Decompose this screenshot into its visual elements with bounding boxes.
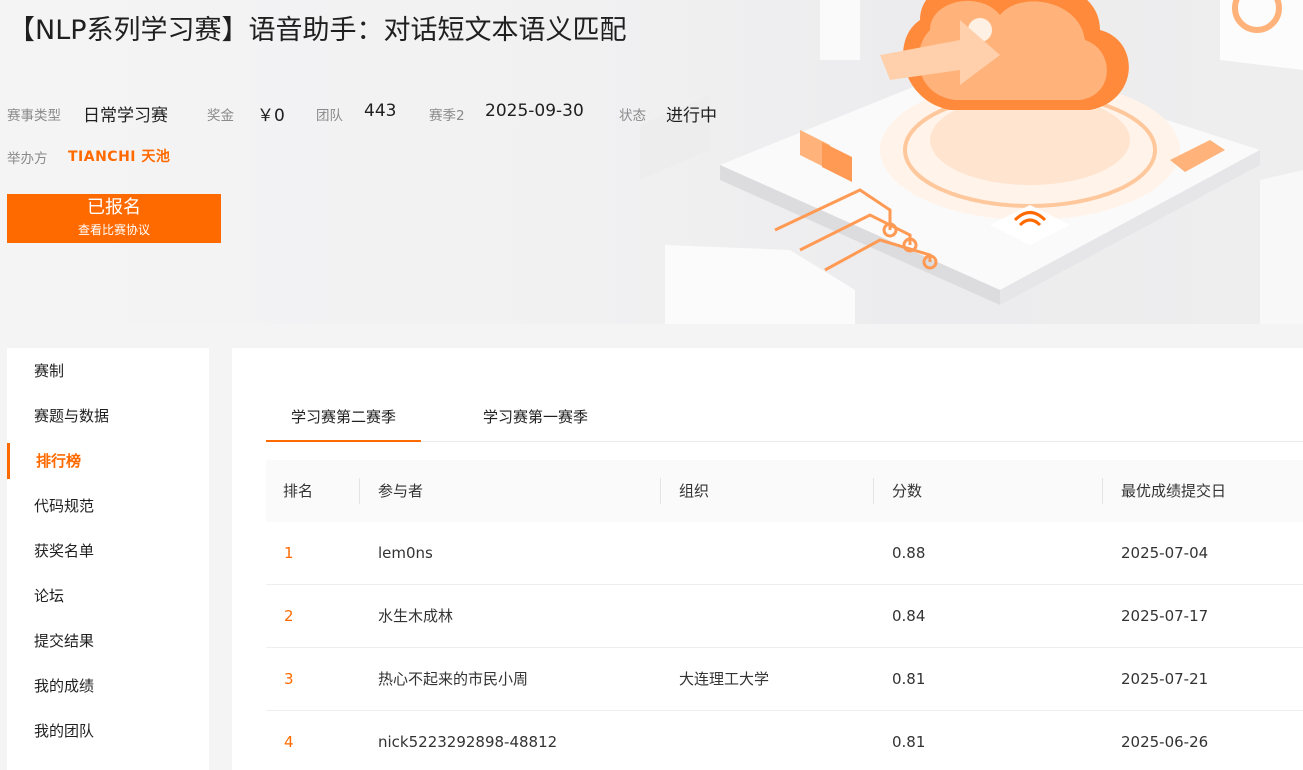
banner-illustration [640,0,1303,324]
date-cell: 2025-07-17 [1121,607,1209,625]
date-cell: 2025-06-26 [1121,733,1209,751]
table-row: 2 水生木成林 0.84 2025-07-17 [266,585,1303,648]
sidebar-item-leaderboard[interactable]: 排行榜 [7,443,209,479]
type-value: 日常学习赛 [83,106,168,126]
season-value: 2025-09-30 [485,101,584,121]
header-participant: 参与者 [378,482,424,500]
sidebar-item-rules[interactable]: 赛制 [7,353,209,389]
score-cell: 0.81 [892,670,926,688]
rank-cell: 4 [284,733,294,751]
sidebar-item-winners[interactable]: 获奖名单 [7,533,209,569]
type-label: 赛事类型 [7,108,61,124]
competition-title: 【NLP系列学习赛】语音助手：对话短文本语义匹配 [8,15,627,46]
header-score: 分数 [892,482,923,500]
sidebar-item-problem-data[interactable]: 赛题与数据 [7,398,209,434]
table-row: 3 热心不起来的市民小周 大连理工大学 0.81 2025-07-21 [266,648,1303,711]
prize-value: ￥0 [257,106,285,126]
score-cell: 0.81 [892,733,926,751]
header-divider [660,478,661,504]
participant-cell[interactable]: 热心不起来的市民小周 [378,648,528,711]
header-divider [873,478,874,504]
registered-button[interactable]: 已报名 查看比赛协议 [7,194,221,243]
sidebar-item-submit[interactable]: 提交结果 [7,623,209,659]
score-cell: 0.84 [892,607,926,625]
season-tabs: 学习赛第二赛季 学习赛第一赛季 [266,392,1303,442]
tab-season-2[interactable]: 学习赛第二赛季 [266,392,421,442]
team-label: 团队 [316,108,343,124]
team-value: 443 [364,101,397,121]
score-cell: 0.88 [892,544,926,562]
tianchi-logo[interactable]: TIANCHI 天池 [68,146,170,166]
sidebar-item-my-team[interactable]: 我的团队 [7,713,209,749]
header-rank: 排名 [283,482,314,500]
rank-cell: 2 [284,607,294,625]
header-divider [359,478,360,504]
participant-cell[interactable]: nick5223292898-48812 [378,711,557,770]
tab-season-1[interactable]: 学习赛第一赛季 [458,392,613,442]
competition-banner: 【NLP系列学习赛】语音助手：对话短文本语义匹配 赛事类型 日常学习赛 奖金 ￥… [0,0,1303,324]
status-label: 状态 [619,108,646,124]
sidebar-item-my-scores[interactable]: 我的成绩 [7,668,209,704]
header-best-date: 最优成绩提交日 [1121,482,1227,500]
sidebar-item-code-spec[interactable]: 代码规范 [7,488,209,524]
rank-cell: 3 [284,670,294,688]
sidebar-item-forum[interactable]: 论坛 [7,578,209,614]
org-cell: 大连理工大学 [679,670,770,688]
leaderboard-header: 排名 参与者 组织 分数 最优成绩提交日 [266,460,1303,522]
registered-label: 已报名 [87,197,141,218]
participant-cell[interactable]: lem0ns [378,522,433,585]
leaderboard-panel: 学习赛第二赛季 学习赛第一赛季 排名 参与者 组织 分数 最优成绩提交日 1 l… [232,348,1303,770]
table-row: 1 lem0ns 0.88 2025-07-04 [266,522,1303,585]
prize-label: 奖金 [207,108,234,124]
view-agreement-link[interactable]: 查看比赛协议 [7,222,221,238]
participant-cell[interactable]: 水生木成林 [378,585,453,648]
header-divider [1102,478,1103,504]
season-label: 赛季2 [429,108,465,124]
header-org: 组织 [679,482,710,500]
sidebar-nav: 赛制 赛题与数据 排行榜 代码规范 获奖名单 论坛 提交结果 我的成绩 我的团队 [7,348,209,770]
date-cell: 2025-07-21 [1121,670,1209,688]
rank-cell: 1 [284,544,294,562]
status-value: 进行中 [666,106,717,126]
table-row: 4 nick5223292898-48812 0.81 2025-06-26 [266,711,1303,770]
date-cell: 2025-07-04 [1121,544,1209,562]
host-label: 举办方 [7,151,48,167]
